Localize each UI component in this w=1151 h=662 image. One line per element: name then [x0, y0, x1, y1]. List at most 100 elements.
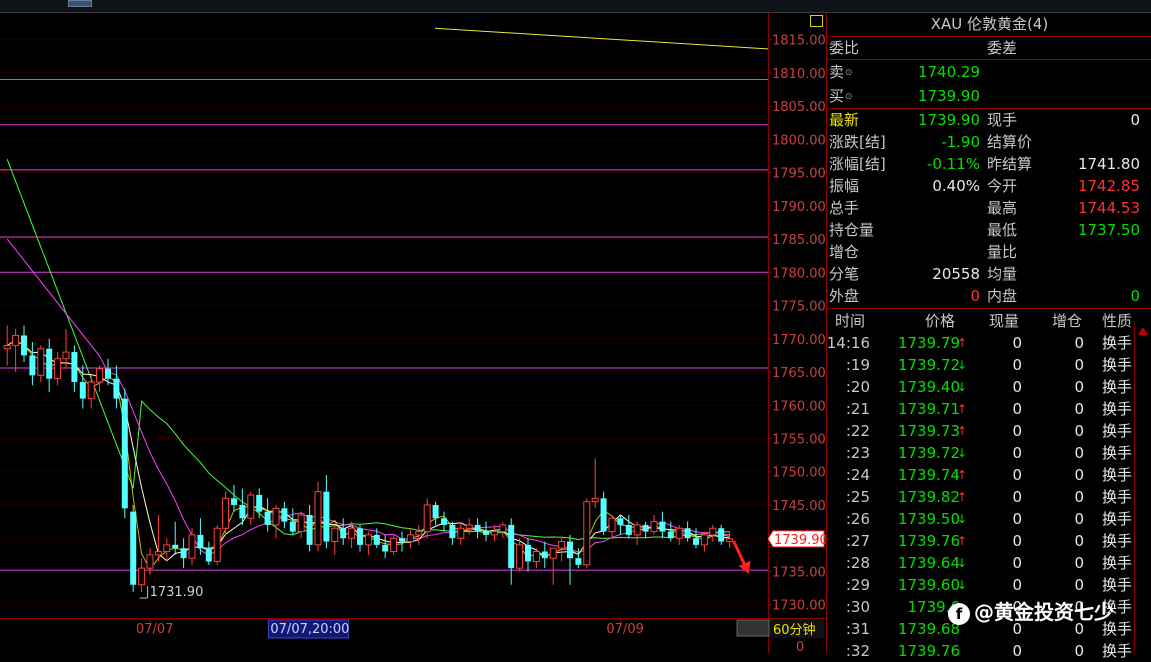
- candle-body-down[interactable]: [483, 531, 489, 535]
- candle-body-up[interactable]: [516, 544, 524, 569]
- candle-body-down[interactable]: [239, 504, 246, 519]
- candle-body-down[interactable]: [113, 378, 120, 399]
- candle-body-down[interactable]: [71, 352, 78, 382]
- candle-body-down[interactable]: [449, 524, 456, 539]
- candle-body-up[interactable]: [314, 491, 322, 546]
- candle-body-up[interactable]: [549, 547, 557, 559]
- candle-body-down[interactable]: [130, 511, 137, 585]
- trade-row[interactable]: :25 1739.82 0 0 换手 ↑: [827, 486, 1151, 508]
- candle-body-up[interactable]: [188, 534, 196, 559]
- candle-body-down[interactable]: [382, 544, 389, 552]
- candle-body-up[interactable]: [12, 334, 20, 346]
- candle-body-down[interactable]: [21, 335, 27, 356]
- trade-row[interactable]: :19 1739.72 0 0 换手 ↓: [827, 354, 1151, 376]
- candle-body-down[interactable]: [525, 544, 531, 562]
- candle-body-down[interactable]: [281, 508, 288, 522]
- trade-row[interactable]: :26 1739.50 0 0 换手 ↓: [827, 508, 1151, 530]
- candle-body-up[interactable]: [54, 358, 62, 380]
- scroll-up-arrow-icon[interactable]: [1138, 327, 1148, 335]
- candle-body-up[interactable]: [415, 531, 423, 536]
- candle-body-down[interactable]: [718, 528, 725, 542]
- trade-row[interactable]: :27 1739.76 0 0 换手 ↑: [827, 530, 1151, 552]
- trade-row[interactable]: :21 1739.71 0 0 换手 ↑: [827, 398, 1151, 420]
- candle-body-down[interactable]: [105, 368, 111, 379]
- candle-body-down[interactable]: [508, 524, 515, 569]
- panel-toggle-icon[interactable]: [810, 15, 823, 27]
- candle-body-up[interactable]: [583, 501, 591, 566]
- candle-body-down[interactable]: [642, 524, 649, 532]
- trade-row[interactable]: :24 1739.74 0 0 换手 ↑: [827, 464, 1151, 486]
- candle-body-up[interactable]: [423, 504, 431, 533]
- candle-body-down[interactable]: [474, 524, 481, 532]
- trade-row[interactable]: :32 1739.76 0 0 换手: [827, 640, 1151, 662]
- candle-body-down[interactable]: [575, 558, 582, 565]
- candle-body-up[interactable]: [709, 527, 717, 536]
- trade-row[interactable]: :22 1739.73 0 0 换手 ↑: [827, 420, 1151, 442]
- candle-body-down[interactable]: [625, 524, 632, 535]
- candle-body-up[interactable]: [700, 534, 708, 546]
- candle-body-down[interactable]: [79, 381, 86, 399]
- candle-body-down[interactable]: [289, 521, 296, 532]
- chart-scroll-box[interactable]: [736, 619, 770, 637]
- trade-row[interactable]: :28 1739.64 0 0 换手 ↓: [827, 552, 1151, 574]
- trade-row[interactable]: :29 1739.60 0 0 换手 ↓: [827, 574, 1151, 596]
- candle-body-up[interactable]: [364, 534, 372, 546]
- candle-body-up[interactable]: [154, 551, 162, 556]
- candle-body-down[interactable]: [693, 538, 699, 545]
- candle-body-down[interactable]: [264, 511, 271, 525]
- candle-body-up[interactable]: [348, 527, 356, 539]
- candle-body-up[interactable]: [247, 494, 255, 519]
- candle-body-down[interactable]: [180, 548, 187, 559]
- candle-body-down[interactable]: [231, 498, 237, 505]
- candle-body-down[interactable]: [256, 495, 263, 512]
- candle-body-down[interactable]: [567, 541, 573, 559]
- candle-body-up[interactable]: [591, 497, 599, 503]
- candle-body-up[interactable]: [532, 551, 540, 562]
- trade-row[interactable]: :23 1739.72 0 0 换手 ↓: [827, 442, 1151, 464]
- candle-body-up[interactable]: [457, 527, 465, 539]
- candle-body-up[interactable]: [62, 351, 70, 360]
- toolbar-tab-button[interactable]: [68, 0, 92, 7]
- candle-body-up[interactable]: [87, 381, 95, 400]
- candle-body-up[interactable]: [490, 531, 498, 536]
- trade-row[interactable]: :20 1739.40 0 0 换手 ↓: [827, 376, 1151, 398]
- candle-body-up[interactable]: [499, 524, 507, 533]
- candle-body-up[interactable]: [163, 544, 171, 553]
- candle-body-down[interactable]: [357, 528, 363, 545]
- candle-body-up[interactable]: [390, 537, 398, 553]
- candle-body-down[interactable]: [432, 504, 439, 519]
- period-button[interactable]: 60分钟: [773, 622, 816, 638]
- candle-body-up[interactable]: [138, 567, 146, 586]
- candle-body-up[interactable]: [331, 527, 339, 543]
- candle-body-down[interactable]: [306, 514, 313, 545]
- candle-body-down[interactable]: [172, 544, 179, 549]
- candlestick-chart[interactable]: 1815.00 1810.00 1805.00 1800.00 1795.00 1790.…: [0, 13, 826, 653]
- trades-scrollbar[interactable]: [1134, 323, 1151, 653]
- candle-body-down[interactable]: [121, 398, 128, 509]
- candle-body-down[interactable]: [441, 518, 447, 525]
- candle-body-down[interactable]: [617, 518, 624, 525]
- trend-line[interactable]: [434, 27, 769, 50]
- candle-body-up[interactable]: [608, 517, 616, 533]
- candle-body-down[interactable]: [197, 534, 204, 549]
- candle-body-up[interactable]: [222, 497, 230, 529]
- candle-body-down[interactable]: [684, 528, 691, 539]
- candle-body-up[interactable]: [406, 534, 414, 543]
- candle-body-up[interactable]: [675, 527, 683, 539]
- candle-body-down[interactable]: [340, 528, 347, 539]
- candle-body-up[interactable]: [465, 524, 473, 529]
- candle-body-up[interactable]: [297, 514, 305, 533]
- candle-body-up[interactable]: [633, 524, 641, 536]
- candle-body-up[interactable]: [146, 554, 154, 569]
- candle-body-down[interactable]: [373, 534, 380, 545]
- candle-body-up[interactable]: [726, 538, 734, 543]
- candle-body-down[interactable]: [659, 521, 666, 532]
- candle-body-down[interactable]: [205, 548, 212, 562]
- candle-body-down[interactable]: [29, 355, 36, 376]
- candle-body-up[interactable]: [37, 348, 45, 376]
- candle-body-up[interactable]: [96, 368, 104, 383]
- candle-body-down[interactable]: [600, 498, 607, 532]
- candle-body-up[interactable]: [272, 507, 280, 526]
- candle-body-down[interactable]: [667, 531, 674, 539]
- candle-body-down[interactable]: [323, 491, 330, 542]
